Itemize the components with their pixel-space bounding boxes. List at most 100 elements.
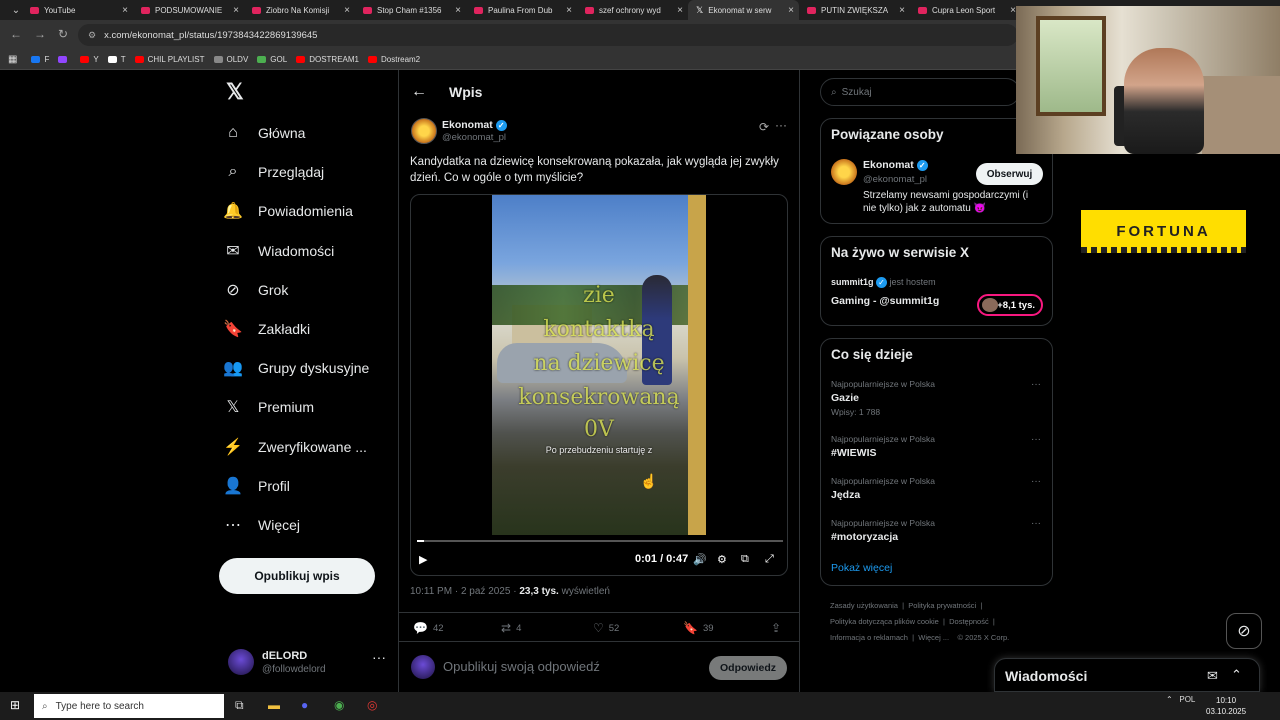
trend-item[interactable]: Najpopularniejsze w Polska Jędza ··· [831,476,1046,501]
pip-icon[interactable]: ⧉ [741,553,749,566]
footer-link[interactable]: Dostępność [949,617,989,626]
more-icon[interactable]: ··· [372,649,386,665]
account-switcher[interactable]: dELORD @followdelord ··· [226,647,396,687]
volume-icon[interactable]: 🔊 [693,553,707,566]
follow-button[interactable]: Obserwuj [976,163,1043,185]
site-info-icon[interactable]: ⚙ [88,30,96,41]
discord-icon[interactable]: ● [301,698,308,712]
expand-icon[interactable]: ⌃ [1231,667,1242,683]
related-avatar[interactable] [831,159,857,185]
system-tray[interactable]: ⌃ POL [1166,695,1195,704]
show-more-link[interactable]: Pokaż więcej [831,562,892,574]
publish-post-button[interactable]: Opublikuj wpis [219,558,375,594]
apps-grid-icon[interactable]: ▦ [8,54,17,65]
reply-button[interactable]: 💬 42 [413,621,444,635]
footer-link[interactable]: Polityka prywatności [908,601,976,610]
close-icon[interactable]: × [117,5,133,16]
bookmark-item[interactable]: GOL [257,55,287,64]
messages-drawer[interactable]: Wiadomości ✉ ⌃ [994,658,1260,692]
url-field[interactable]: ⚙ x.com/ekonomat_pl/status/1973843422869… [78,24,1018,46]
browser-tab[interactable]: szef ochrony wyd × [577,0,688,20]
browser-tab[interactable]: Ziobro Na Komisji × [244,0,355,20]
author-name-row[interactable]: Ekonomat ✓ [442,119,507,131]
footer-link[interactable]: Więcej ... [918,633,949,642]
video-progress-bar[interactable] [417,540,783,542]
nav-item-people[interactable]: 👥 Grupy dyskusyjne [218,350,369,386]
video-player[interactable]: zie kontaktką na dziewicę konsekrowaną 0… [410,194,788,576]
live-space-title[interactable]: Gaming - @summit1g [831,295,939,307]
close-icon[interactable]: × [783,5,799,16]
trend-item[interactable]: Najpopularniejsze w Polska Gazie Wpisy: … [831,379,1046,417]
close-icon[interactable]: × [672,5,688,16]
taskbar-search[interactable]: ⌕ Type here to search [34,694,224,718]
bookmark-item[interactable]: T [107,55,126,64]
more-icon[interactable]: ··· [1031,379,1041,390]
grok-icon[interactable]: ⟳ [759,120,769,134]
back-arrow-icon[interactable]: ← [411,83,427,101]
trend-item[interactable]: Najpopularniejsze w Polska #motoryzacja … [831,518,1046,543]
close-icon[interactable]: × [450,5,466,16]
browser-tab[interactable]: PODSUMOWANIE × [133,0,244,20]
nav-item-mail[interactable]: ✉ Wiadomości [218,233,334,269]
browser-tab[interactable]: Cupra Leon Sport × [910,0,1021,20]
bookmark-button[interactable]: 🔖 39 [683,621,714,635]
nav-item-grok[interactable]: ⊘ Grok [218,272,288,308]
bookmark-item[interactable]: OLDV [213,55,248,64]
settings-icon[interactable]: ⚙ [717,553,727,566]
live-listeners-badge[interactable]: +8,1 tys. [977,294,1043,316]
nav-item-bookmark[interactable]: 🔖 Zakładki [218,311,310,347]
close-icon[interactable]: × [339,5,355,16]
close-icon[interactable]: × [228,5,244,16]
footer-link[interactable]: Informacja o reklamach [830,633,908,642]
close-icon[interactable]: × [894,5,910,16]
nav-item-bolt[interactable]: ⚡ Zweryfikowane ... [218,429,367,465]
nav-item-search[interactable]: ⌕ Przeglądaj [218,154,325,190]
nav-item-x-logo[interactable]: 𝕏 Premium [218,389,314,425]
bookmark-item[interactable]: CHIL PLAYLIST [134,55,205,64]
chrome-icon[interactable]: ◉ [334,698,344,712]
browser-tab[interactable]: YouTube × [22,0,133,20]
bookmark-item[interactable]: Dostream2 [368,55,420,64]
footer-link[interactable]: Zasady użytkowania [830,601,898,610]
fullscreen-icon[interactable]: ⤢ [765,553,774,566]
live-host-name[interactable]: summit1g [831,277,874,287]
more-icon[interactable]: ··· [1031,476,1041,487]
reply-input[interactable]: Opublikuj swoją odpowiedź [443,659,600,674]
related-name-row[interactable]: Ekonomat ✓ [863,159,928,171]
bookmark-item[interactable]: DOSTREAM1 [296,55,359,64]
post-timestamp[interactable]: 10:11 PM · 2 paź 2025 · [410,586,519,597]
new-message-icon[interactable]: ✉ [1207,668,1218,684]
browser-tab[interactable]: 𝕏 Ekonomat w serw × [688,0,799,20]
windows-start-icon[interactable]: ⊞ [10,698,20,712]
file-explorer-icon[interactable]: ▬ [268,698,280,712]
obs-icon[interactable]: ◎ [367,698,377,712]
bookmark-item[interactable]: F [31,55,49,64]
reload-icon[interactable]: ↻ [58,27,68,41]
grok-fab-button[interactable]: ⊘ [1226,613,1262,649]
trend-item[interactable]: Najpopularniejsze w Polska #WIEWIS ··· [831,434,1046,459]
clock[interactable]: 10:10 03.10.2025 [1206,695,1246,717]
close-icon[interactable]: × [561,5,577,16]
x-logo-icon[interactable]: 𝕏 [226,79,244,105]
more-icon[interactable]: ··· [775,118,787,132]
nav-item-person[interactable]: 👤 Profil [218,468,290,504]
forward-icon[interactable]: → [34,27,46,41]
play-icon[interactable]: ▶ [419,553,427,566]
nav-item-bell[interactable]: 🔔 Powiadomienia [218,193,353,229]
author-avatar[interactable] [411,118,437,144]
share-button[interactable]: ⇪ [771,621,786,635]
more-icon[interactable]: ··· [1031,434,1041,445]
back-icon[interactable]: ← [10,27,22,41]
like-button[interactable]: ♡ 52 [593,621,619,635]
footer-link[interactable]: Polityka dotycząca plików cookie [830,617,939,626]
nav-item-home[interactable]: ⌂ Główna [218,115,305,151]
video-frame[interactable]: zie kontaktką na dziewicę konsekrowaną 0… [492,195,706,535]
search-input[interactable]: ⌕ Szukaj [820,78,1020,106]
repost-button[interactable]: ⇄ 4 [501,621,521,635]
browser-tab[interactable]: PUTIN ZWIĘKSZA × [799,0,910,20]
nav-item-more-circle[interactable]: ⋯ Więcej [218,507,300,543]
browser-tab[interactable]: Paulina From Dub × [466,0,577,20]
bookmark-item[interactable] [58,56,71,63]
more-icon[interactable]: ··· [1031,518,1041,529]
bookmark-item[interactable]: Y [80,55,99,64]
